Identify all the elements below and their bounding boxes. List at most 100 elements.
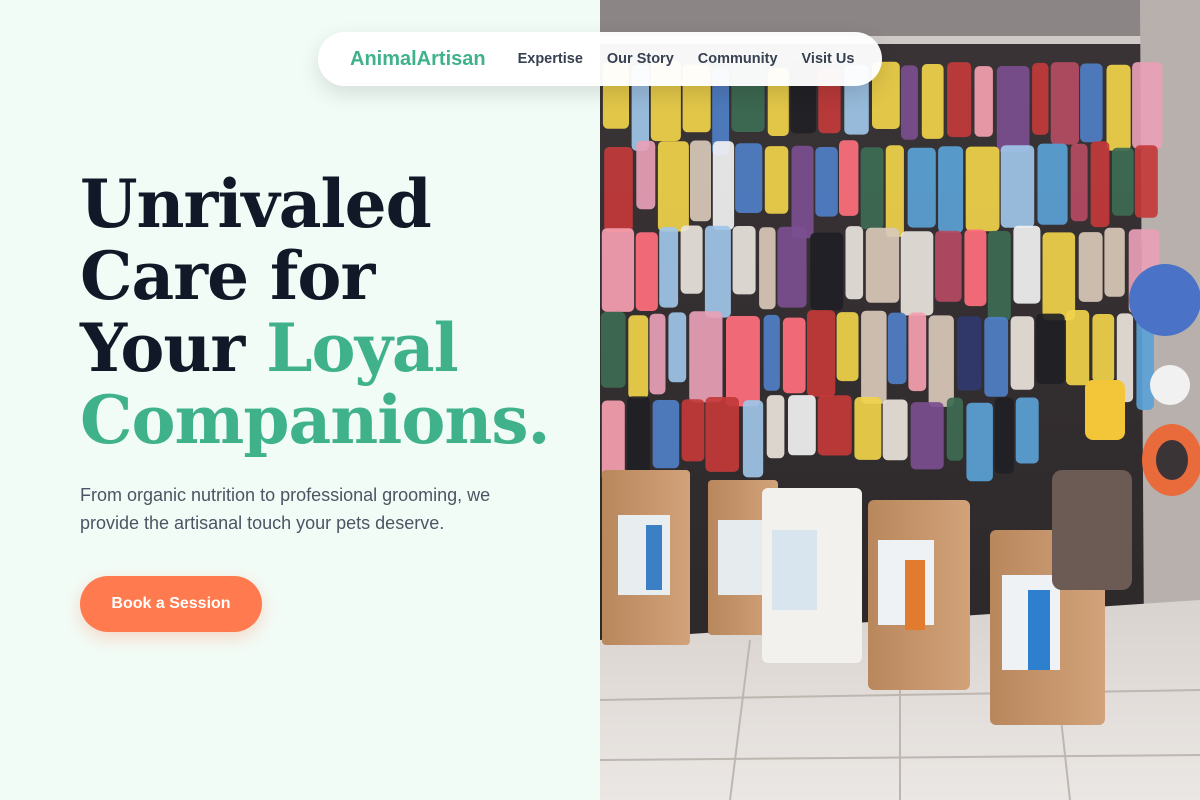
pet-garment [1013, 225, 1041, 304]
pet-garment [636, 140, 656, 210]
pet-garment [815, 147, 838, 217]
hero-title-line-2: Care for [80, 237, 375, 315]
pet-garment [732, 226, 756, 295]
pet-garment [885, 145, 904, 238]
pet-garment [994, 397, 1014, 474]
pet-garment [839, 140, 859, 216]
pet-garment [908, 312, 927, 392]
pet-garment [1080, 63, 1103, 143]
pet-garment [1106, 64, 1131, 151]
pet-garment [1132, 62, 1163, 149]
pet-garment [947, 62, 972, 138]
pet-garment [1042, 232, 1076, 321]
pet-garment [601, 400, 625, 483]
pet-garment [704, 225, 731, 318]
pet-garment [1015, 397, 1039, 464]
pet-garment [764, 146, 789, 214]
pet-garment [759, 227, 776, 310]
pet-garment [928, 315, 954, 407]
pet-garment [974, 66, 993, 137]
pet-garment [782, 317, 806, 394]
hero-title-accent-companions: Companions. [80, 381, 550, 459]
nav-link-visit-us[interactable]: Visit Us [802, 51, 855, 67]
pet-garment [1092, 314, 1115, 383]
pet-garment [659, 227, 679, 308]
pet-garment [901, 65, 918, 140]
hero-section: Unrivaled Care for Your Loyal Companions… [0, 0, 600, 800]
pet-garment [689, 311, 723, 403]
pet-garment [1010, 316, 1035, 390]
pet-store-photo [600, 0, 1200, 800]
pet-garment [854, 397, 882, 460]
pet-garment [836, 312, 859, 382]
brand-logo[interactable]: AnimalArtisan [350, 48, 486, 71]
pet-garment [964, 229, 987, 307]
pet-garment [1050, 62, 1079, 145]
pet-garment [817, 395, 852, 456]
pet-garment [984, 316, 1009, 397]
hero-title-line-3: Your [80, 309, 267, 387]
nav-link-our-story[interactable]: Our Story [607, 51, 674, 67]
pet-garment [681, 399, 705, 462]
pet-garment [1134, 145, 1158, 218]
pet-garment [921, 64, 944, 139]
pet-garment [935, 230, 962, 302]
pet-garment [900, 231, 934, 316]
pet-garment [966, 402, 993, 482]
pet-garment [965, 146, 1000, 232]
pet-garment [861, 310, 887, 404]
pet-garment [807, 310, 836, 397]
pet-garment [705, 397, 739, 472]
pet-garment [763, 314, 780, 391]
hero-subtitle: From organic nutrition to professional g… [80, 485, 491, 533]
pet-garment [766, 395, 785, 459]
pet-garment [657, 141, 689, 232]
pet-garment [1037, 143, 1068, 225]
pet-garment [1032, 62, 1049, 135]
pet-garment [1000, 145, 1035, 228]
pet-garment [601, 228, 635, 312]
pet-garment [910, 402, 944, 470]
hero-title-accent-loyal: Loyal [266, 309, 459, 387]
nav-link-expertise[interactable]: Expertise [518, 51, 583, 67]
pet-garment [987, 230, 1011, 321]
pet-garment [777, 226, 807, 308]
pet-garment [865, 227, 900, 303]
pet-garment [938, 146, 964, 233]
pet-garment [996, 66, 1030, 152]
pet-garment [628, 315, 649, 399]
pet-garment [957, 316, 982, 391]
pet-garment [690, 140, 711, 222]
pet-garment [845, 226, 864, 300]
pet-garment [735, 143, 763, 213]
pet-garment [742, 400, 764, 478]
pet-garment [600, 311, 626, 388]
pet-garment [860, 147, 884, 230]
hero-title-line-1: Unrivaled [80, 165, 432, 243]
pet-garment [791, 145, 814, 239]
pet-garment [604, 147, 633, 233]
pet-garment [1112, 147, 1134, 216]
top-navigation: AnimalArtisan Expertise Our Story Commun… [318, 32, 882, 86]
pet-garment [649, 313, 666, 395]
pet-garment [635, 232, 658, 311]
pet-garment [627, 396, 650, 476]
pet-garment [907, 147, 936, 228]
pet-garment [668, 312, 687, 383]
pet-garment [1070, 143, 1088, 222]
pet-garment [882, 399, 908, 461]
pet-garment [1035, 313, 1065, 384]
pet-garment [652, 400, 680, 469]
pet-garment [1104, 227, 1125, 297]
nav-link-community[interactable]: Community [698, 51, 778, 67]
pet-garment [810, 232, 844, 311]
book-session-button[interactable]: Book a Session [80, 576, 262, 632]
pet-garment [1090, 141, 1110, 228]
pet-garment [946, 397, 964, 461]
pet-garment [1078, 232, 1103, 302]
pet-garment [726, 316, 760, 407]
pet-garment [788, 395, 816, 456]
pet-garment [1066, 310, 1090, 386]
pet-garment [680, 225, 703, 294]
hero-title: Unrivaled Care for Your Loyal Companions… [80, 168, 580, 456]
